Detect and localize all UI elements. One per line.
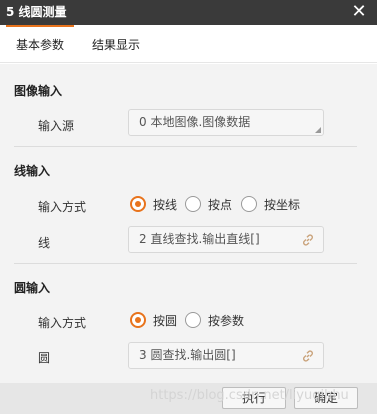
params-panel: 图像输入 输入源 0 本地图像.图像数据 线输入 输入方式 按线 按点 按坐标 … bbox=[0, 64, 377, 383]
tab-bar: 基本参数 结果显示 bbox=[0, 25, 377, 63]
radio-label: 按线 bbox=[153, 198, 178, 212]
radio-label: 按参数 bbox=[208, 314, 245, 328]
line-section-title: 线输入 bbox=[14, 164, 51, 178]
radio-checked-icon bbox=[130, 196, 146, 212]
radio-label: 按圆 bbox=[153, 314, 178, 328]
circle-value: 3 圆查找.输出圆[] bbox=[139, 348, 236, 362]
link-icon[interactable] bbox=[301, 349, 315, 363]
tab-result-display[interactable]: 结果显示 bbox=[92, 25, 140, 63]
image-section-title: 图像输入 bbox=[14, 84, 63, 98]
circle-mode-label: 输入方式 bbox=[38, 316, 87, 330]
link-icon[interactable] bbox=[301, 233, 315, 247]
ok-button[interactable]: 确定 bbox=[294, 387, 358, 409]
footer-bar: 执行 确定 bbox=[0, 383, 377, 414]
line-mode-label: 输入方式 bbox=[38, 200, 87, 214]
radio-unchecked-icon bbox=[185, 312, 201, 328]
source-select[interactable]: 0 本地图像.图像数据 bbox=[128, 109, 324, 136]
circle-label: 圆 bbox=[38, 351, 51, 365]
circle-section-title: 圆输入 bbox=[14, 281, 51, 295]
close-icon[interactable]: ✕ bbox=[349, 1, 369, 23]
radio-label: 按点 bbox=[208, 198, 233, 212]
run-button[interactable]: 执行 bbox=[222, 387, 286, 409]
tab-basic-params[interactable]: 基本参数 bbox=[6, 25, 74, 63]
circle-input[interactable]: 3 圆查找.输出圆[] bbox=[128, 342, 324, 369]
source-label: 输入源 bbox=[38, 119, 75, 133]
divider bbox=[14, 146, 357, 147]
line-label: 线 bbox=[38, 236, 51, 250]
radio-label: 按坐标 bbox=[264, 198, 301, 212]
line-value: 2 直线查找.输出直线[] bbox=[139, 232, 260, 246]
window-title: 5 线圆测量 bbox=[6, 5, 67, 19]
source-value: 0 本地图像.图像数据 bbox=[139, 115, 251, 129]
radio-unchecked-icon bbox=[185, 196, 201, 212]
line-input[interactable]: 2 直线查找.输出直线[] bbox=[128, 226, 324, 253]
radio-checked-icon bbox=[130, 312, 146, 328]
divider bbox=[14, 263, 357, 264]
dropdown-corner-icon bbox=[315, 127, 321, 133]
title-bar: 5 线圆测量 ✕ bbox=[0, 0, 377, 25]
radio-unchecked-icon bbox=[241, 196, 257, 212]
